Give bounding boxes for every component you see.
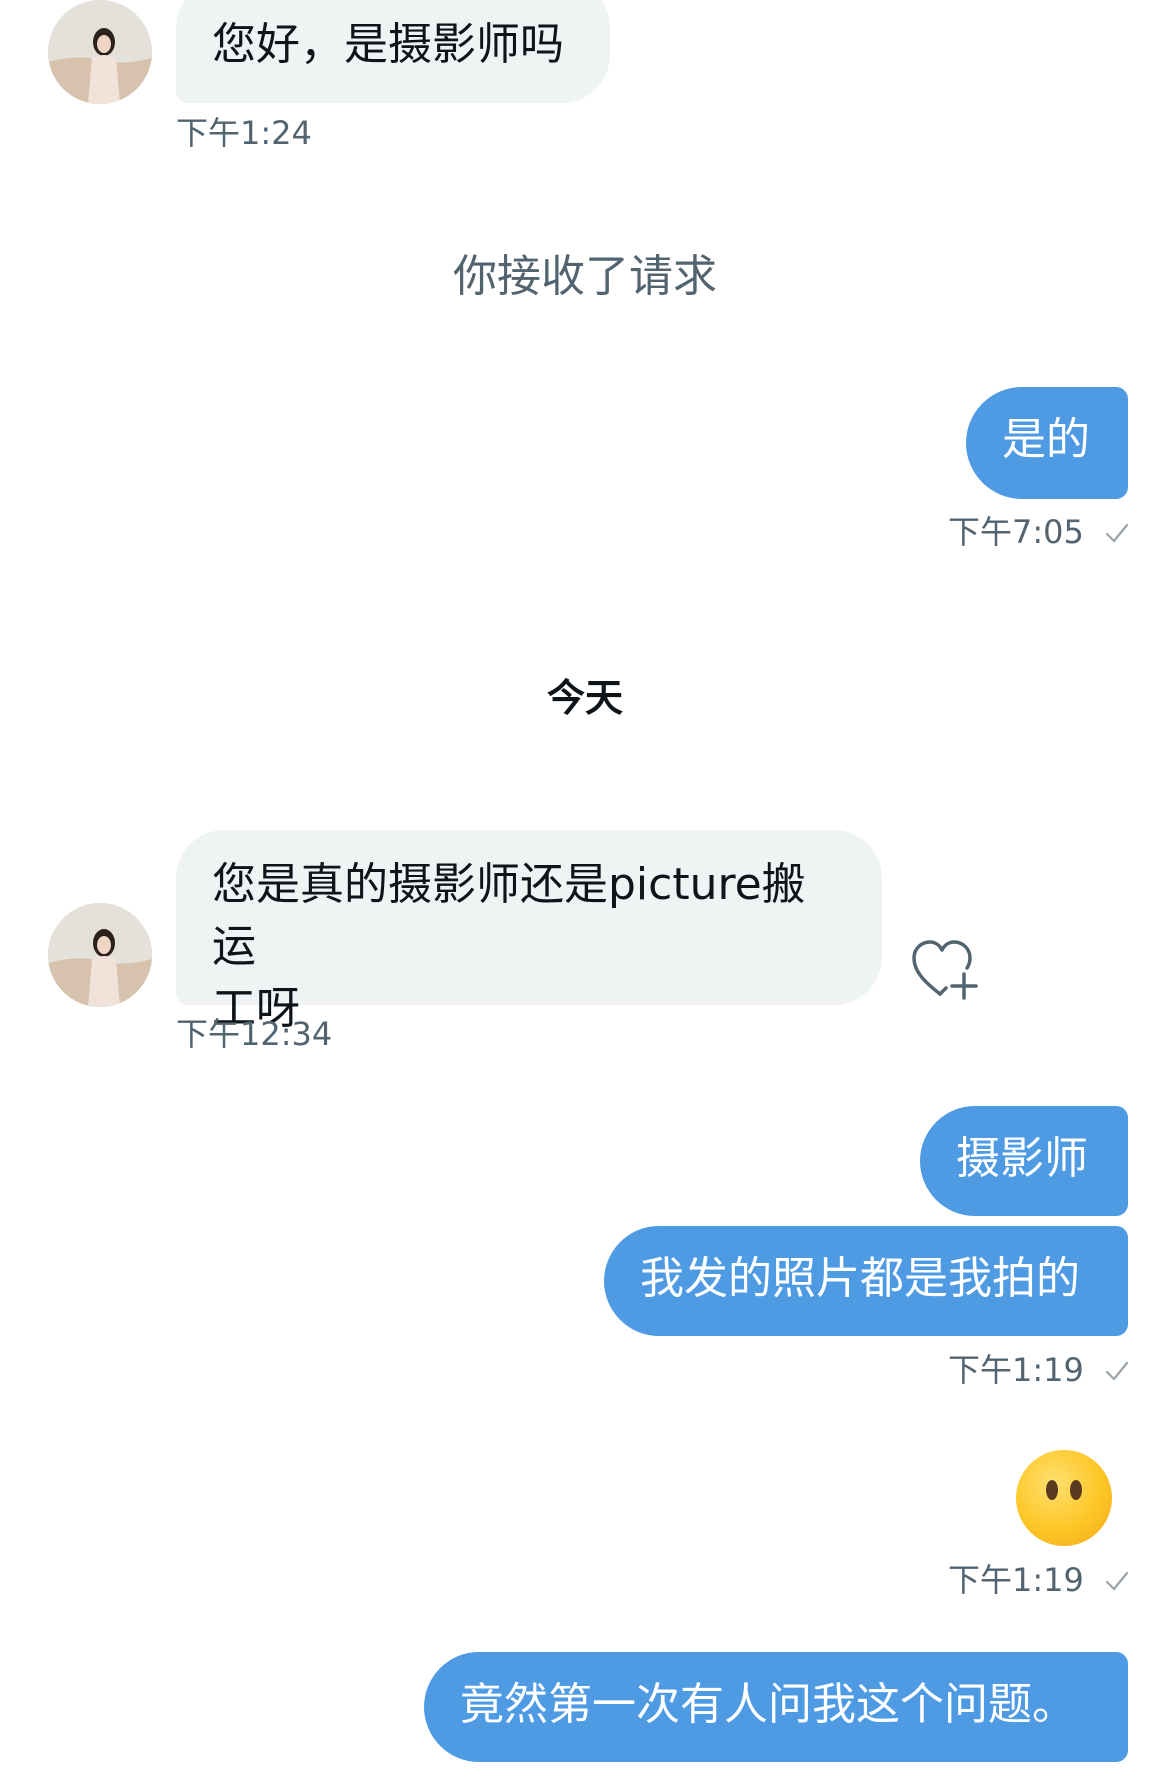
sent-message-bubble[interactable]: 竟然第一次有人问我这个问题。 <box>424 1652 1128 1762</box>
message-text-line-1: 您是真的摄影师还是picture搬运 <box>212 859 806 972</box>
timestamp-text: 下午7:05 <box>947 513 1084 551</box>
neutral-face-emoji[interactable] <box>1016 1450 1112 1546</box>
checkmark-icon <box>1105 1571 1129 1591</box>
timestamp-text: 下午1:19 <box>947 1351 1084 1389</box>
checkmark-icon <box>1105 523 1129 543</box>
message-text: 摄影师 <box>956 1133 1088 1184</box>
avatar-photo <box>48 0 152 104</box>
message-timestamp: 下午1:24 <box>176 114 312 152</box>
message-timestamp: 下午1:19 <box>948 1560 1130 1600</box>
message-text: 竟然第一次有人问我这个问题。 <box>460 1679 1076 1730</box>
received-message-bubble[interactable]: 您是真的摄影师还是picture搬运 工呀 <box>176 830 882 1034</box>
message-timestamp: 下午1:19 <box>948 1350 1130 1390</box>
emoji-left-eye <box>1046 1480 1058 1500</box>
sent-message-bubble[interactable]: 摄影师 <box>920 1106 1128 1216</box>
message-text: 我发的照片都是我拍的 <box>640 1253 1080 1304</box>
contact-avatar[interactable] <box>48 903 152 1007</box>
message-timestamp: 下午12:34 <box>176 1015 333 1053</box>
message-text: 您好，是摄影师吗 <box>212 19 564 70</box>
message-text: 是的 <box>1002 414 1090 465</box>
emoji-right-eye <box>1070 1480 1082 1500</box>
day-separator: 今天 <box>546 676 623 720</box>
sent-message-bubble[interactable]: 我发的照片都是我拍的 <box>604 1226 1128 1336</box>
timestamp-text: 下午1:19 <box>947 1561 1084 1599</box>
received-message-bubble[interactable]: 您好，是摄影师吗 <box>176 0 610 103</box>
contact-avatar[interactable] <box>48 0 152 104</box>
message-timestamp: 下午7:05 <box>948 512 1130 552</box>
heart-plus-icon[interactable] <box>910 938 978 1002</box>
sent-message-bubble[interactable]: 是的 <box>966 387 1128 499</box>
request-accepted-notice: 你接收了请求 <box>453 251 717 302</box>
checkmark-icon <box>1105 1361 1129 1381</box>
avatar-photo <box>48 903 152 1007</box>
